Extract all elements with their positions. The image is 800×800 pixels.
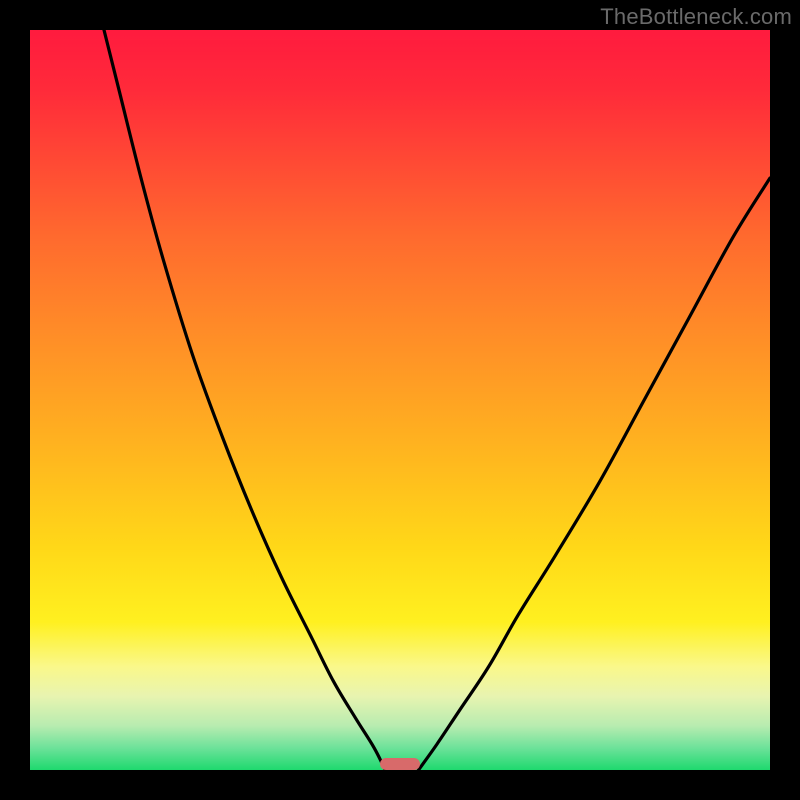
curve-right xyxy=(419,178,771,770)
plot-area xyxy=(30,30,770,770)
curve-left xyxy=(104,30,385,770)
bottleneck-curves xyxy=(30,30,770,770)
watermark-text: TheBottleneck.com xyxy=(600,4,792,30)
bottleneck-marker xyxy=(380,758,420,770)
chart-frame: TheBottleneck.com xyxy=(0,0,800,800)
